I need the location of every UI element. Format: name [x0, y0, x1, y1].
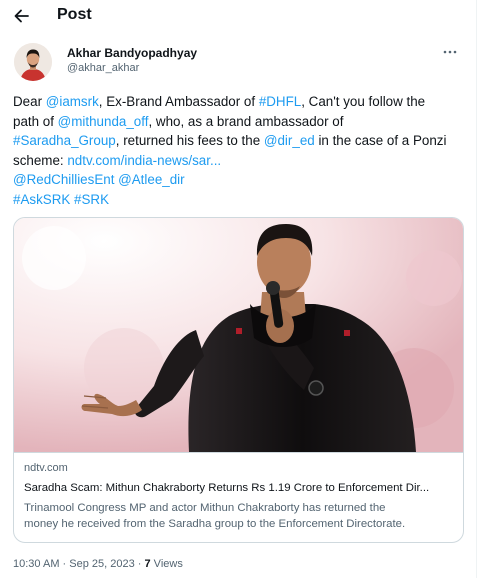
- post-time[interactable]: 10:30 AM: [13, 558, 59, 570]
- post-text-line: @RedChilliesEnt @Atlee_dir: [13, 170, 465, 190]
- more-horizontal-icon: [443, 50, 457, 54]
- post-text-line: Dear @iamsrk, Ex-Brand Ambassador of #DH…: [13, 92, 465, 112]
- card-divider: [14, 452, 463, 453]
- meta-separator: ·: [134, 558, 145, 570]
- post-text-line: #AskSRK #SRK: [13, 190, 465, 210]
- post-meta: 10:30 AM · Sep 25, 2023 · 7 Views: [13, 558, 183, 570]
- post-text-line: #Saradha_Group, returned his fees to the…: [13, 131, 465, 151]
- card-title: Saradha Scam: Mithun Chakraborty Returns…: [24, 482, 430, 494]
- mention-iamsrk[interactable]: @iamsrk: [46, 94, 99, 109]
- post-text-line: path of @mithunda_off, who, as a brand a…: [13, 112, 465, 132]
- hashtag-srk[interactable]: #SRK: [74, 192, 109, 207]
- hashtag-saradha-group[interactable]: #Saradha_Group: [13, 133, 116, 148]
- avatar[interactable]: [14, 43, 52, 81]
- text-segment: scheme:: [13, 152, 68, 168]
- mention-dir-ed[interactable]: @dir_ed: [264, 133, 315, 148]
- mention-atlee-dir[interactable]: @Atlee_dir: [118, 172, 184, 187]
- hashtag-asksrk[interactable]: #AskSRK: [13, 192, 70, 207]
- author-handle[interactable]: @akhar_akhar: [67, 62, 139, 74]
- card-description-line: money he received from the Saradha group…: [24, 518, 406, 530]
- link-preview-card[interactable]: ndtv.com Saradha Scam: Mithun Chakrabort…: [13, 217, 464, 543]
- mention-redchilliesent[interactable]: @RedChilliesEnt: [13, 172, 114, 187]
- mention-mithunda-off[interactable]: @mithunda_off: [58, 114, 149, 129]
- card-description-line: Trinamool Congress MP and actor Mithun C…: [24, 502, 386, 514]
- avatar-image: [14, 43, 52, 81]
- text-segment: in the case of a Ponzi: [314, 133, 447, 149]
- hashtag-dhfl[interactable]: #DHFL: [259, 94, 301, 109]
- author-row: Akhar Bandyopadhyay @akhar_akhar: [14, 43, 464, 83]
- card-domain: ndtv.com: [24, 462, 68, 474]
- views-label: Views: [150, 558, 183, 570]
- back-button[interactable]: [10, 5, 32, 27]
- author-name[interactable]: Akhar Bandyopadhyay: [67, 46, 197, 60]
- text-segment: , who, as a brand ambassador of: [148, 113, 344, 129]
- text-segment: , Can't you follow the: [301, 94, 426, 109]
- text-segment: , Ex-Brand Ambassador of: [98, 94, 259, 109]
- post-header: Post: [0, 0, 477, 33]
- post-text: Dear @iamsrk, Ex-Brand Ambassador of #DH…: [13, 92, 465, 210]
- arrow-left-icon: [14, 9, 29, 23]
- post-text-line: scheme: ndtv.com/india-news/sar...: [13, 151, 465, 171]
- text-segment: path of: [13, 113, 58, 129]
- post-date[interactable]: Sep 25, 2023: [69, 558, 134, 570]
- page-title: Post: [57, 6, 92, 23]
- meta-separator: ·: [59, 558, 70, 570]
- article-link[interactable]: ndtv.com/india-news/sar...: [67, 153, 221, 168]
- text-segment: , returned his fees to the: [115, 133, 264, 149]
- card-description: Trinamool Congress MP and actor Mithun C…: [24, 500, 456, 532]
- card-image: [14, 218, 463, 452]
- text-segment: Dear: [13, 94, 46, 109]
- more-options-button[interactable]: [440, 45, 460, 59]
- post-view: Post Akhar Bandyopadhyay @akhar_akhar De…: [0, 0, 477, 578]
